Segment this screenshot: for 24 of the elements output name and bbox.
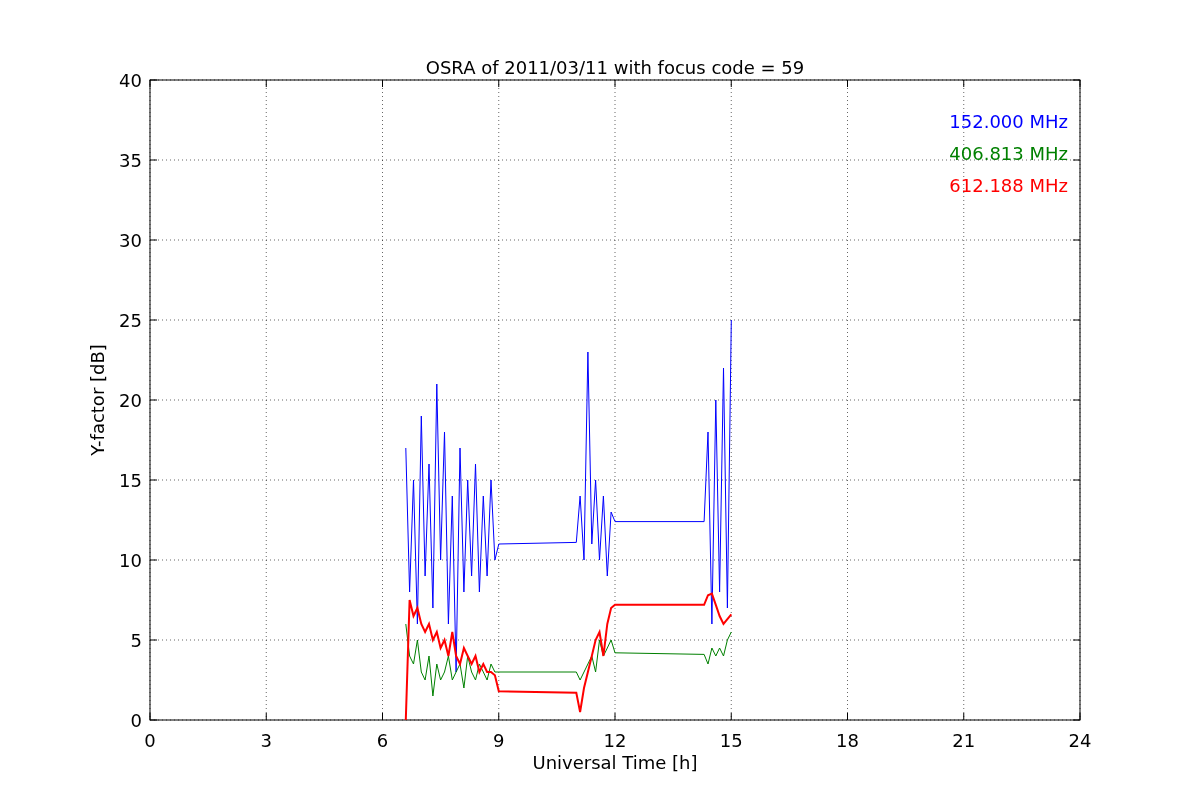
y-axis-label: Y-factor [dB] [87,344,108,456]
y-tick-label: 30 [119,230,142,251]
x-tick-label: 18 [836,730,859,751]
x-axis-label: Universal Time [h] [532,752,698,773]
legend-label: 406.813 MHz [949,143,1068,164]
y-tick-label: 5 [130,630,142,651]
x-tick-label: 12 [603,730,627,751]
x-tick-label: 24 [1068,730,1092,751]
y-tick-label: 0 [130,710,142,731]
y-tick-label: 35 [119,150,142,171]
x-tick-label: 0 [144,730,156,751]
chart-title: OSRA of 2011/03/11 with focus code = 59 [425,57,805,78]
x-tick-label: 9 [493,730,505,751]
legend-label: 152.000 MHz [949,111,1068,132]
y-tick-label: 15 [119,470,142,491]
y-tick-label: 25 [119,310,142,331]
x-tick-label: 3 [260,730,272,751]
x-tick-label: 21 [952,730,976,751]
y-tick-label: 20 [119,390,142,411]
x-tick-label: 6 [376,730,389,751]
legend-label: 612.188 MHz [949,175,1068,196]
y-tick-label: 10 [119,550,142,571]
x-tick-label: 15 [719,730,743,751]
y-tick-label: 40 [119,70,142,91]
